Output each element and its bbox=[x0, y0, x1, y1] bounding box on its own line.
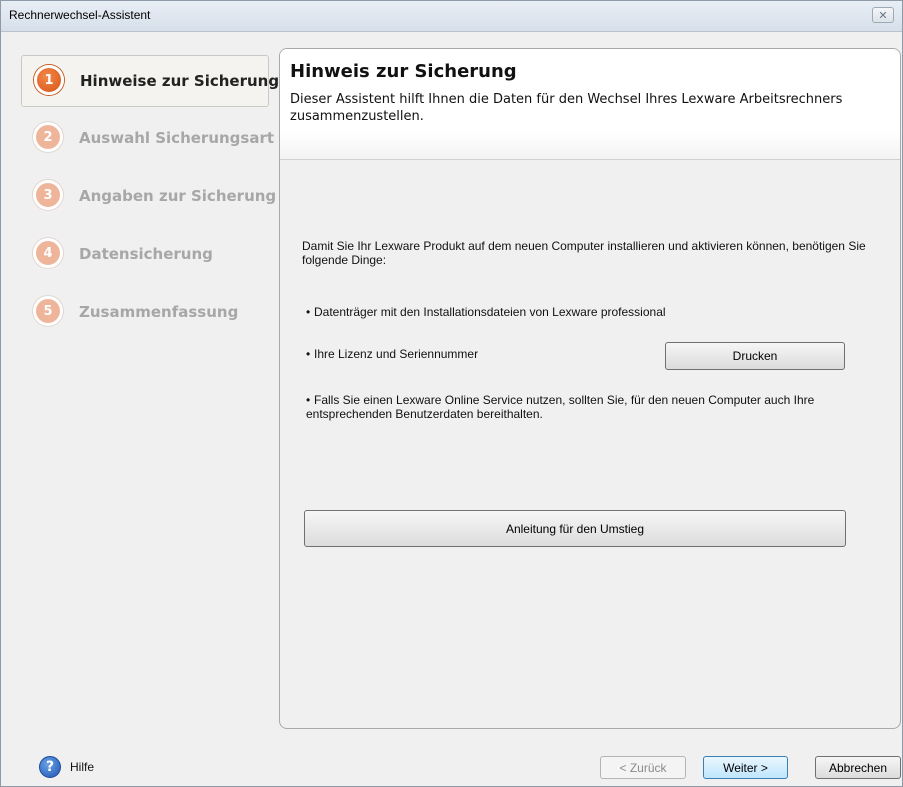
step-number-badge: 4 bbox=[33, 238, 63, 268]
step-label: Zusammenfassung bbox=[79, 303, 239, 321]
step-zusammenfassung: 5 Zusammenfassung bbox=[21, 287, 269, 339]
step-hinweise[interactable]: 1 Hinweise zur Sicherung bbox=[21, 55, 279, 107]
help-icon: ? bbox=[39, 756, 61, 778]
bullet-text: Ihre Lizenz und Seriennummer bbox=[314, 347, 479, 361]
step-label: Angaben zur Sicherung bbox=[79, 187, 277, 205]
bullet-icon: • bbox=[306, 347, 311, 361]
wizard-window: Rechnerwechsel-Assistent ✕ 1 Hinweise zu… bbox=[0, 0, 903, 787]
next-button[interactable]: Weiter > bbox=[703, 756, 788, 779]
steps-sidebar: 1 Hinweise zur Sicherung 2 Auswahl Siche… bbox=[21, 55, 279, 345]
step-number-badge: 5 bbox=[33, 296, 63, 326]
content-header: Hinweis zur Sicherung Dieser Assistent h… bbox=[280, 49, 900, 160]
page-title: Hinweis zur Sicherung bbox=[290, 61, 517, 82]
guide-button[interactable]: Anleitung für den Umstieg bbox=[304, 510, 846, 547]
title-bar: Rechnerwechsel-Assistent ✕ bbox=[1, 1, 902, 32]
window-title: Rechnerwechsel-Assistent bbox=[9, 8, 151, 22]
page-description: Dieser Assistent hilft Ihnen die Daten f… bbox=[290, 92, 843, 124]
help-link[interactable]: ? Hilfe bbox=[39, 755, 94, 779]
step-number-badge: 1 bbox=[34, 65, 64, 95]
step-label: Hinweise zur Sicherung bbox=[80, 72, 280, 90]
help-label: Hilfe bbox=[70, 760, 95, 774]
step-number-badge: 2 bbox=[33, 122, 63, 152]
step-label: Auswahl Sicherungsart bbox=[79, 129, 275, 147]
intro-text: Damit Sie Ihr Lexware Produkt auf dem ne… bbox=[302, 239, 866, 267]
back-button[interactable]: < Zurück bbox=[600, 756, 686, 779]
cancel-button[interactable]: Abbrechen bbox=[815, 756, 901, 779]
close-icon: ✕ bbox=[878, 8, 888, 22]
bullet-text: Falls Sie einen Lexware Online Service n… bbox=[306, 393, 815, 421]
step-number-badge: 3 bbox=[33, 180, 63, 210]
step-label: Datensicherung bbox=[79, 245, 213, 263]
print-button[interactable]: Drucken bbox=[665, 342, 845, 370]
list-item: • Falls Sie einen Lexware Online Service … bbox=[306, 393, 846, 421]
step-angaben: 3 Angaben zur Sicherung bbox=[21, 171, 276, 223]
bullet-text: Datenträger mit den Installationsdateien… bbox=[314, 305, 666, 319]
bullet-icon: • bbox=[306, 393, 311, 407]
list-item: • Datenträger mit den Installationsdateie… bbox=[306, 305, 866, 319]
step-datensicherung: 4 Datensicherung bbox=[21, 229, 269, 281]
step-auswahl: 2 Auswahl Sicherungsart bbox=[21, 113, 274, 165]
content-panel: Hinweis zur Sicherung Dieser Assistent h… bbox=[279, 48, 901, 729]
bullet-icon: • bbox=[306, 305, 311, 319]
close-button[interactable]: ✕ bbox=[872, 7, 894, 23]
